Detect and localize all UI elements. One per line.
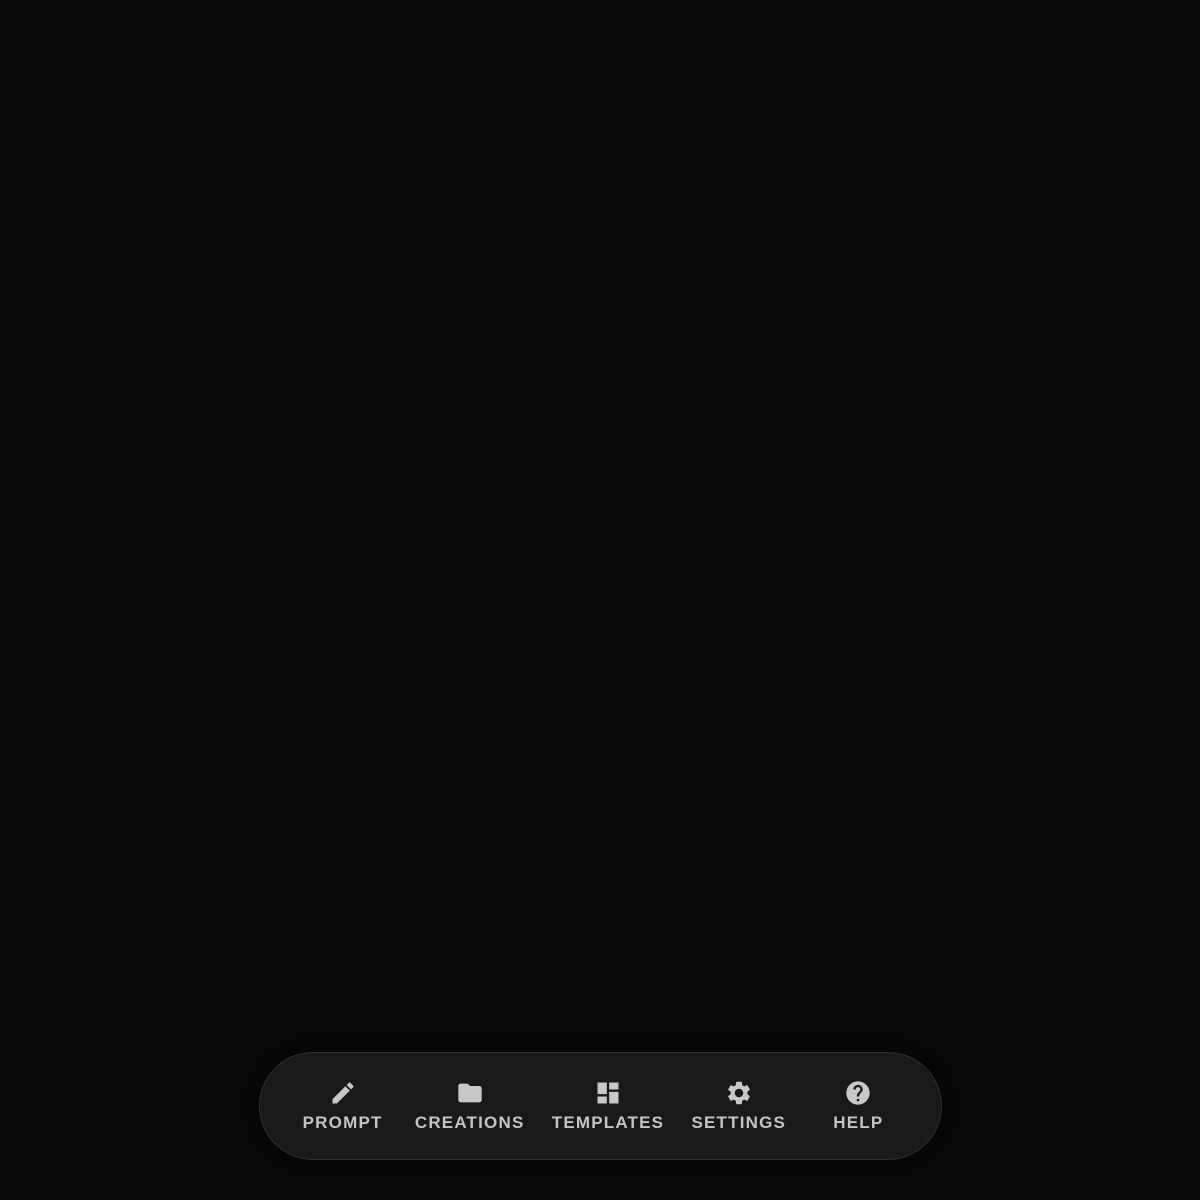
help-circle-icon (844, 1079, 872, 1107)
dock-item-help[interactable]: HELP (809, 1071, 907, 1141)
dock-label-prompt: PROMPT (302, 1113, 383, 1132)
dashboard-icon (594, 1079, 622, 1107)
pencil-icon (329, 1079, 357, 1107)
dock-label-templates: TEMPLATES (551, 1113, 665, 1132)
dock-label-settings: SETTINGS (691, 1113, 787, 1132)
gear-icon (725, 1079, 753, 1107)
empty-workspace (0, 0, 1200, 1040)
app-root: PROMPT CREATIONS TEMPLATES SETTINGS HELP (0, 0, 1200, 1200)
dock-label-creations: CREATIONS (414, 1113, 525, 1132)
dock-item-prompt[interactable]: PROMPT (294, 1071, 392, 1141)
folder-icon (456, 1079, 484, 1107)
dock-item-settings[interactable]: SETTINGS (687, 1071, 790, 1141)
dock-item-creations[interactable]: CREATIONS (411, 1071, 529, 1141)
bottom-dock: PROMPT CREATIONS TEMPLATES SETTINGS HELP (259, 1052, 942, 1160)
dock-label-help: HELP (833, 1113, 884, 1132)
dock-item-templates[interactable]: TEMPLATES (548, 1071, 669, 1141)
